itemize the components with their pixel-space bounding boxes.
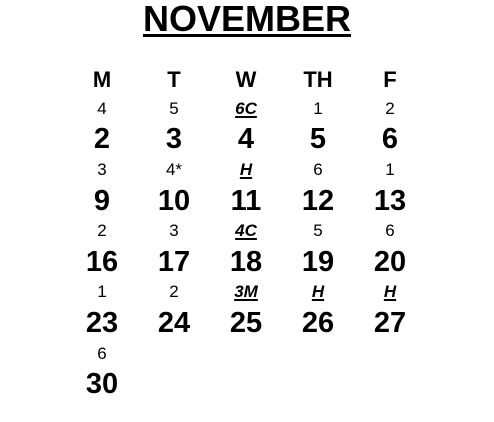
day-code-special: 3M [234,282,258,302]
date-number: 17 [157,245,191,278]
day-code-special: H [383,282,397,302]
date-number: 20 [373,245,407,278]
empty-cell [246,353,247,354]
day-code: 3 [97,160,107,180]
day-code-special: 6C [235,98,257,118]
empty-cell [390,384,391,385]
empty-cell [318,353,319,354]
day-code-special: H [239,160,253,180]
date-number: 5 [309,123,327,156]
day-code-special: H [311,282,325,302]
day-code: 5 [313,221,323,241]
day-of-week-header: W [235,67,257,93]
empty-cell [174,353,175,354]
day-code: 2 [97,221,107,241]
date-number: 23 [85,307,119,340]
date-number: 2 [93,123,111,156]
day-code: 2 [169,282,179,302]
date-number: 12 [301,184,335,217]
day-code: 6 [313,160,323,180]
day-of-week-header: T [167,67,181,93]
date-number: 30 [85,368,119,401]
day-code: 4* [165,160,183,180]
date-number: 27 [373,307,407,340]
day-code-special: 4C [235,221,257,241]
day-of-week-header: TH [303,67,333,93]
day-code: 1 [97,282,107,302]
date-number: 4 [237,123,255,156]
month-title: NOVEMBER [142,0,352,39]
day-code: 2 [385,98,395,118]
empty-cell [246,384,247,385]
date-number: 26 [301,307,335,340]
day-code: 5 [169,98,179,118]
empty-cell [390,353,391,354]
day-code: 6 [97,343,107,363]
date-number: 6 [381,123,399,156]
day-code: 4 [97,98,107,118]
date-number: 16 [85,245,119,278]
date-number: 10 [157,184,191,217]
day-code: 3 [169,221,179,241]
day-code: 1 [313,98,323,118]
date-number: 9 [93,184,111,217]
date-number: 3 [165,123,183,156]
day-code: 6 [385,221,395,241]
empty-cell [174,384,175,385]
date-number: 13 [373,184,407,217]
date-number: 24 [157,307,191,340]
date-number: 18 [229,245,263,278]
empty-cell [318,384,319,385]
date-number: 19 [301,245,335,278]
date-number: 25 [229,307,263,340]
calendar-grid: M T W TH F 4 5 6C 1 2 2 3 4 5 6 3 4* H 6 1 9 10 11 12 13 2 3 4C 5 6 16… [66,63,426,400]
day-of-week-header: M [92,67,112,93]
day-of-week-header: F [383,67,397,93]
date-number: 11 [230,184,262,217]
day-code: 1 [385,160,395,180]
